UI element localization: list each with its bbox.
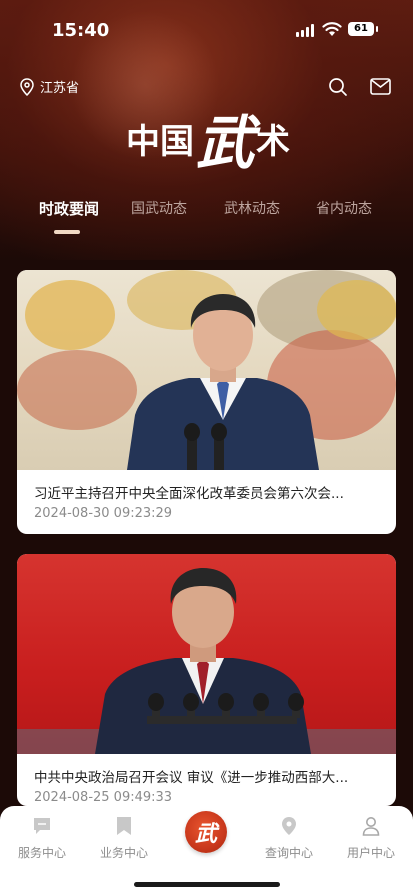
logo-char-1: 中 bbox=[125, 121, 160, 162]
message-icon bbox=[34, 818, 50, 834]
nav-label: 用户中心 bbox=[346, 846, 395, 860]
home-indicator bbox=[134, 882, 280, 887]
home-button-glyph: 武 bbox=[194, 821, 217, 847]
nav-label: 查询中心 bbox=[264, 846, 313, 860]
news-card[interactable]: 中共中央政治局召开会议 审议《进一步推动西部大... 2024-08-25 09… bbox=[17, 554, 396, 806]
signal-icon bbox=[296, 24, 314, 37]
logo-char-4: 术 bbox=[256, 121, 290, 162]
news-card[interactable]: 习近平主持召开中央全面深化改革委员会第六次会... 2024-08-30 09:… bbox=[17, 270, 396, 534]
news-title: 中共中央政治局召开会议 审议《进一步推动西部大... bbox=[34, 770, 349, 786]
news-photo bbox=[17, 554, 396, 754]
search-icon[interactable] bbox=[328, 77, 348, 97]
app-logo: 中 国 武 术 bbox=[118, 103, 298, 177]
logo-char-2: 国 bbox=[159, 121, 194, 162]
nav-user-center[interactable]: 用户中心 bbox=[336, 814, 406, 861]
news-date: 2024-08-30 09:23:29 bbox=[34, 506, 173, 521]
news-title: 习近平主持召开中央全面深化改革委员会第六次会... bbox=[34, 486, 344, 502]
bookmark-icon bbox=[117, 817, 131, 835]
tab-national-wushu-news[interactable]: 国武动态 bbox=[131, 198, 187, 218]
battery-tip bbox=[376, 26, 378, 32]
nav-label: 业务中心 bbox=[99, 846, 148, 860]
tab-political-news[interactable]: 时政要闻 bbox=[39, 198, 99, 219]
wifi-icon bbox=[322, 22, 342, 36]
map-pin-icon bbox=[282, 817, 296, 835]
news-date: 2024-08-25 09:49:33 bbox=[34, 790, 173, 805]
tab-wulin-news[interactable]: 武林动态 bbox=[224, 198, 280, 218]
location-label: 江苏省 bbox=[40, 81, 80, 96]
user-icon bbox=[362, 817, 380, 836]
nav-business-center[interactable]: 业务中心 bbox=[89, 814, 159, 861]
nav-query-center[interactable]: 查询中心 bbox=[254, 814, 324, 861]
home-wushu-button[interactable]: 武 bbox=[185, 811, 227, 853]
location-selector[interactable]: 江苏省 bbox=[19, 77, 79, 96]
status-time: 15:40 bbox=[52, 20, 110, 41]
mail-icon[interactable] bbox=[370, 78, 391, 95]
news-photo bbox=[17, 270, 396, 470]
location-pin-icon bbox=[20, 77, 34, 96]
nav-service-center[interactable]: 服务中心 bbox=[7, 814, 77, 861]
battery-indicator: 61 bbox=[348, 22, 374, 36]
active-tab-indicator bbox=[54, 230, 80, 234]
logo-char-3: 武 bbox=[195, 109, 254, 177]
status-bar: 15:40 61 bbox=[0, 0, 413, 62]
tab-provincial-news[interactable]: 省内动态 bbox=[316, 198, 372, 218]
nav-label: 服务中心 bbox=[17, 846, 66, 860]
